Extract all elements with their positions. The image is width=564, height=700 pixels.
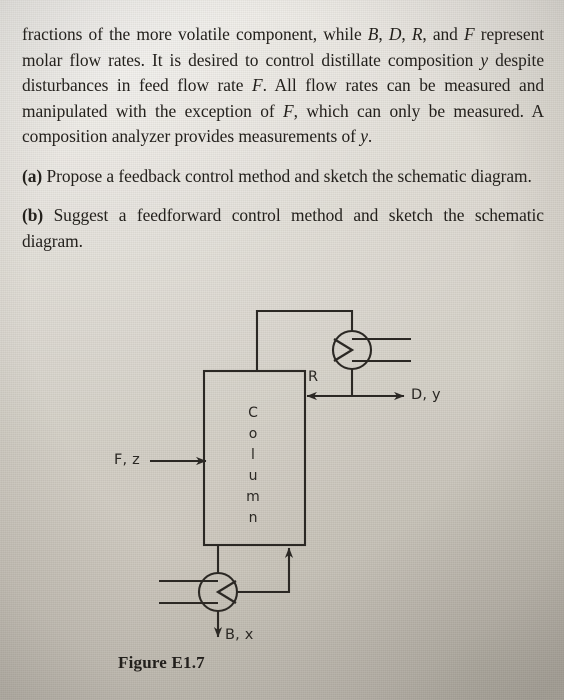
- item-a-line-1: Propose a feedback control method and sk…: [46, 165, 394, 186]
- feed-stream-label: F, z: [114, 452, 140, 468]
- problem-paragraph: fractions of the more volatile component…: [22, 22, 544, 150]
- problem-item-a: (a) Propose a feedback control method an…: [22, 164, 544, 190]
- column-label-letter: u: [248, 468, 258, 484]
- condenser-coil: [333, 338, 355, 362]
- column-label-letter: n: [248, 510, 258, 526]
- item-b-marker: (b): [22, 205, 44, 225]
- column-label-letter: o: [248, 426, 258, 442]
- item-a-marker: (a): [22, 165, 43, 186]
- problem-item-b: (b) Suggest a feedforward control method…: [22, 203, 544, 254]
- distillation-column-schematic: F, z R D, y B, x C o l u m n: [0, 280, 564, 700]
- column-label-letter: C: [248, 405, 258, 421]
- vapor-return-line: [237, 547, 294, 594]
- item-b-line-1: Suggest a feedforward control method and…: [53, 205, 465, 225]
- figure-caption: Figure E1.7: [118, 653, 205, 672]
- schematic-drawing: [150, 309, 411, 638]
- reflux-stream-label: R: [308, 369, 319, 385]
- paragraph-line: provides measurements of y.: [174, 126, 373, 146]
- textbook-problem-text: fractions of the more volatile component…: [22, 22, 544, 254]
- distillate-stream-label: D, y: [411, 387, 441, 403]
- bottoms-stream-label: B, x: [225, 627, 254, 643]
- reboiler-coil: [215, 580, 237, 604]
- column-label-letter: l: [251, 447, 255, 463]
- column-label-letter: m: [246, 489, 260, 505]
- paragraph-line: fractions of the more volatile component…: [22, 24, 458, 44]
- item-a-line-2: schematic diagram.: [397, 165, 532, 186]
